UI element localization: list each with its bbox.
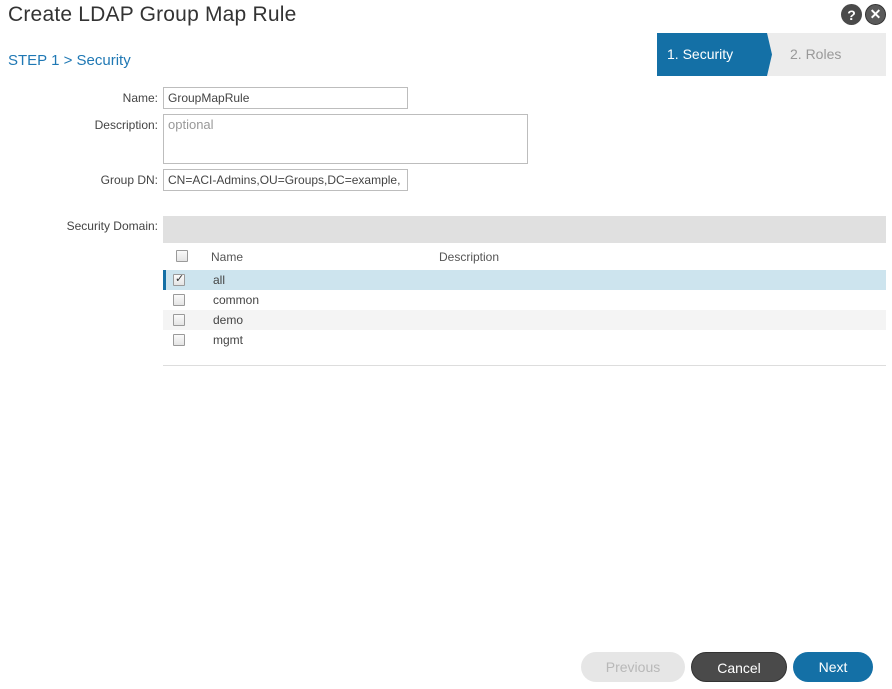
row-checkbox[interactable] xyxy=(173,294,185,306)
row-name: all xyxy=(213,273,226,287)
wizard-steps: 1. Security 2. Roles xyxy=(657,33,886,76)
table-header: Name Description xyxy=(163,245,886,269)
row-name: mgmt xyxy=(213,333,243,347)
row-checkbox[interactable] xyxy=(173,314,185,326)
column-header-description[interactable]: Description xyxy=(439,250,499,264)
row-name: common xyxy=(213,293,260,307)
row-checkbox[interactable] xyxy=(173,334,185,346)
row-name: demo xyxy=(213,313,244,327)
table-row[interactable]: mgmt xyxy=(163,330,886,350)
close-icon[interactable]: ✕ xyxy=(865,4,886,25)
description-label: Description: xyxy=(94,118,158,132)
step-breadcrumb: STEP 1 > Security xyxy=(8,52,131,69)
group-dn-input[interactable]: CN=ACI-Admins,OU=Groups,DC=example, xyxy=(163,169,408,191)
row-checkbox[interactable] xyxy=(173,272,185,286)
name-label: Name: xyxy=(122,91,158,105)
wizard-step-roles[interactable]: 2. Roles xyxy=(790,46,841,62)
table-row[interactable]: common xyxy=(163,290,886,310)
selection-marker xyxy=(163,270,166,290)
help-icon[interactable]: ? xyxy=(841,4,862,25)
header-icons: ? ✕ xyxy=(841,4,886,25)
cancel-button[interactable]: Cancel xyxy=(691,652,787,682)
group-dn-label: Group DN: xyxy=(100,173,158,187)
name-input[interactable]: GroupMapRule xyxy=(163,87,408,109)
security-domain-table: Name Description all common demo mgmt xyxy=(163,245,886,366)
wizard-arrow xyxy=(752,33,772,76)
description-textarea[interactable]: optional xyxy=(163,114,528,164)
column-header-name[interactable]: Name xyxy=(211,250,243,264)
previous-button[interactable]: Previous xyxy=(581,652,685,682)
security-domain-toolbar xyxy=(163,216,886,243)
table-row[interactable]: demo xyxy=(163,310,886,330)
wizard-step-security[interactable]: 1. Security xyxy=(667,46,733,62)
security-domain-label: Security Domain: xyxy=(66,219,158,233)
table-row[interactable]: all xyxy=(163,270,886,290)
next-button[interactable]: Next xyxy=(793,652,873,682)
dialog-title: Create LDAP Group Map Rule xyxy=(8,3,297,26)
select-all-checkbox[interactable] xyxy=(176,250,188,262)
